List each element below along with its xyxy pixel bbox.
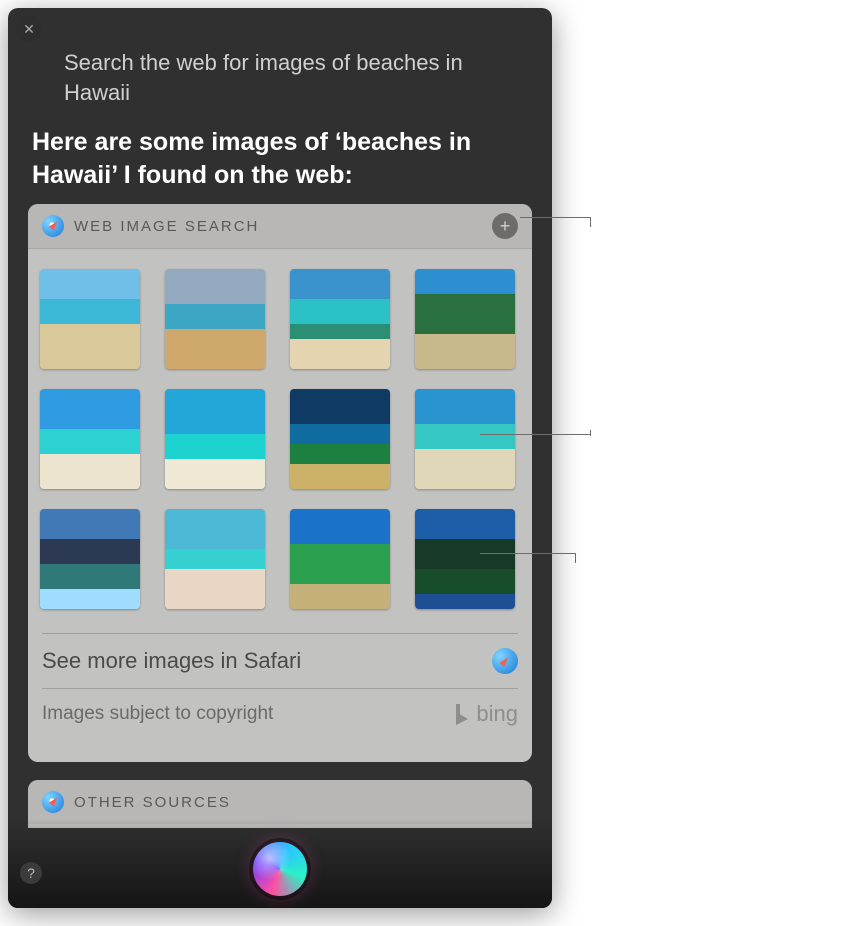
safari-icon	[42, 791, 64, 813]
card-title: OTHER SOURCES	[74, 794, 231, 811]
image-result[interactable]	[290, 269, 390, 369]
safari-icon	[42, 215, 64, 237]
siri-panel: ✕ Search the web for images of beaches i…	[8, 8, 552, 908]
siri-reply-text: Here are some images of ‘beaches in Hawa…	[32, 126, 482, 191]
see-more-label: See more images in Safari	[42, 648, 301, 674]
help-button[interactable]: ?	[20, 862, 42, 884]
copyright-text: Images subject to copyright	[42, 703, 273, 725]
image-result[interactable]	[415, 509, 515, 609]
image-result[interactable]	[40, 389, 140, 489]
close-button[interactable]: ✕	[16, 16, 42, 42]
image-result[interactable]	[165, 269, 265, 369]
siri-orb-button[interactable]	[253, 842, 307, 896]
plus-icon: +	[500, 216, 511, 237]
image-result[interactable]	[40, 509, 140, 609]
image-result[interactable]	[290, 509, 390, 609]
card-header: WEB IMAGE SEARCH +	[28, 204, 532, 249]
callout-line	[480, 553, 575, 554]
image-result[interactable]	[415, 389, 515, 489]
copyright-row: Images subject to copyright bing	[42, 688, 518, 741]
safari-open-icon[interactable]	[492, 648, 518, 674]
image-result[interactable]	[165, 389, 265, 489]
web-image-search-card: WEB IMAGE SEARCH + See mor	[28, 204, 532, 762]
image-result[interactable]	[165, 509, 265, 609]
image-result[interactable]	[415, 269, 515, 369]
pin-result-button[interactable]: +	[492, 213, 518, 239]
image-results-grid	[28, 249, 532, 615]
callout-line	[480, 434, 590, 435]
user-query-text: Search the web for images of beaches in …	[64, 48, 492, 107]
close-icon: ✕	[23, 21, 35, 38]
help-icon: ?	[27, 865, 35, 881]
image-result[interactable]	[40, 269, 140, 369]
bing-logo: bing	[454, 701, 518, 727]
callout-line	[520, 217, 590, 218]
bing-mark-icon	[454, 703, 472, 725]
image-result[interactable]	[290, 389, 390, 489]
see-more-row[interactable]: See more images in Safari	[42, 633, 518, 688]
card-title: WEB IMAGE SEARCH	[74, 218, 259, 235]
bing-word: bing	[476, 701, 518, 727]
